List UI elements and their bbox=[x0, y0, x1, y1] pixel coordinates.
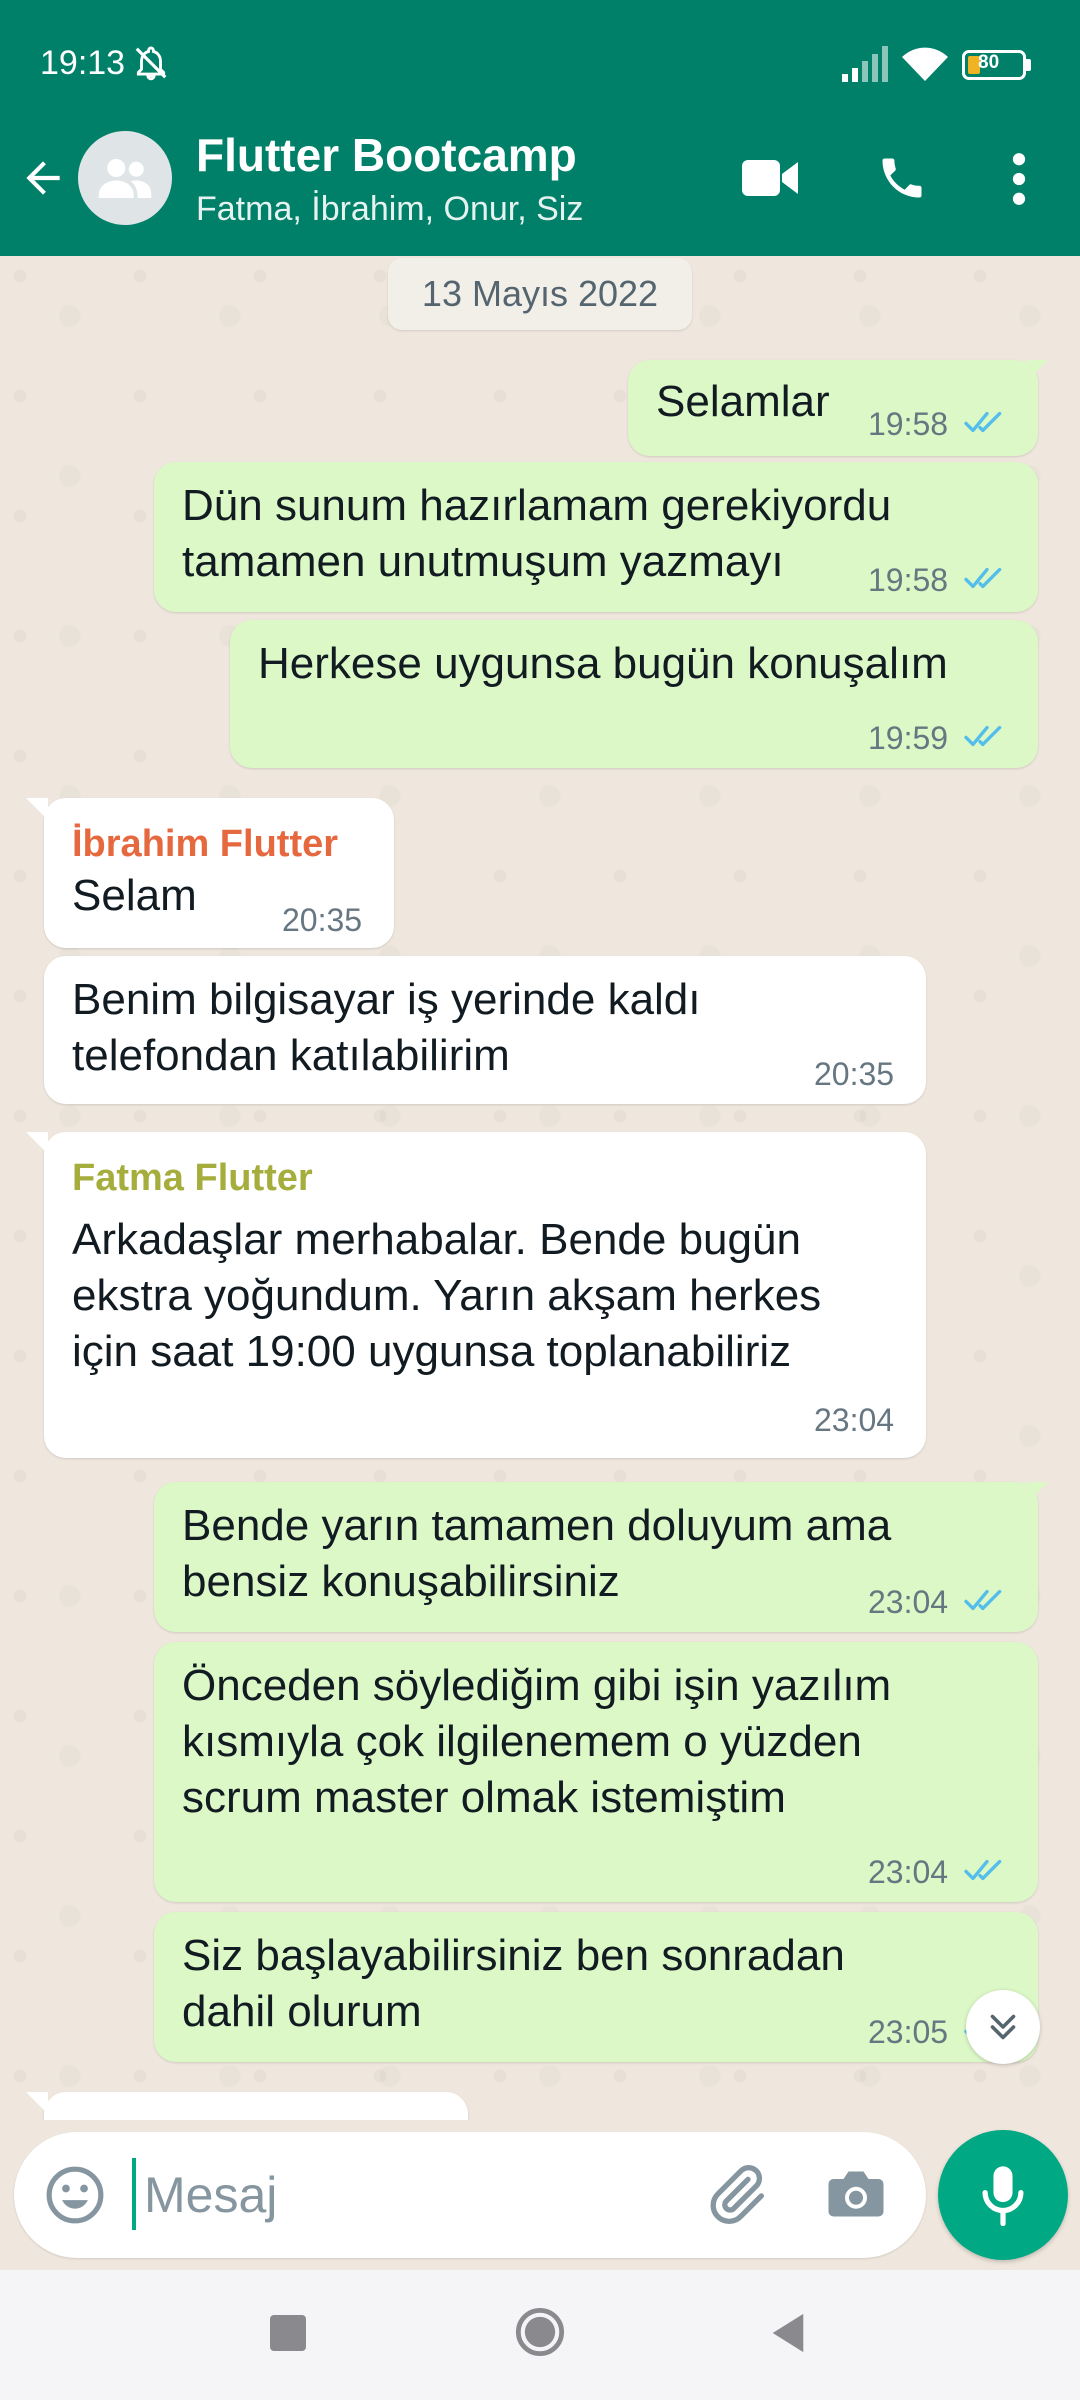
incoming-message[interactable]: Fatma Flutter Arkadaşlar merhabalar. Ben… bbox=[26, 1132, 926, 1458]
outgoing-message[interactable]: Dün sunum hazırlamam gerekiyordu tamamen… bbox=[154, 462, 1038, 612]
message-text: bensiz konuşabilirsiniz bbox=[182, 1557, 620, 1606]
incoming-message-partial[interactable] bbox=[26, 2092, 468, 2120]
mic-icon bbox=[982, 2166, 1024, 2226]
outgoing-message[interactable]: Siz başlayabilirsiniz ben sonradan dahil… bbox=[154, 1912, 1038, 2062]
chat-header: 19:13 80 Flutter Bootcamp Fatma, İbrahim… bbox=[0, 0, 1080, 256]
double-check-icon bbox=[964, 1589, 1002, 1611]
group-avatar-icon bbox=[98, 159, 152, 198]
voice-call-icon[interactable] bbox=[876, 152, 928, 204]
message-text: için saat 19:00 uygunsa toplanabiliriz bbox=[72, 1327, 792, 1376]
message-text: Arkadaşlar merhabalar. Bende bugün bbox=[72, 1215, 801, 1264]
double-check-icon bbox=[964, 725, 1002, 747]
message-text: Herkese uygunsa bugün konuşalım bbox=[258, 639, 948, 688]
outgoing-message[interactable]: Bende yarın tamamen doluyum ama bensiz k… bbox=[154, 1482, 1048, 1632]
message-time: 23:04 bbox=[814, 1402, 895, 1438]
incoming-message[interactable]: İbrahim Flutter Selam 20:35 bbox=[26, 798, 394, 948]
video-call-icon[interactable] bbox=[740, 156, 800, 200]
date-separator: 13 Mayıs 2022 bbox=[388, 258, 692, 330]
message-text: Önceden söylediğim gibi işin yazılım bbox=[182, 1661, 892, 1710]
message-list[interactable]: 13 Mayıs 2022 Selamlar 19:58 Dün sunum h… bbox=[0, 256, 1080, 2120]
message-text: dahil olurum bbox=[182, 1987, 422, 2036]
attach-icon[interactable] bbox=[704, 2162, 768, 2226]
system-nav-bar bbox=[0, 2270, 1080, 2400]
message-time: 23:05 bbox=[868, 2014, 949, 2050]
camera-icon[interactable] bbox=[826, 2166, 886, 2222]
wifi-icon bbox=[902, 47, 948, 81]
chat-title[interactable]: Flutter Bootcamp bbox=[196, 128, 577, 182]
message-text: Bende yarın tamamen doluyum ama bbox=[182, 1501, 892, 1550]
voice-message-button[interactable] bbox=[938, 2130, 1068, 2260]
outgoing-message[interactable]: Önceden söylediğim gibi işin yazılım kıs… bbox=[154, 1642, 1038, 1902]
message-text: Dün sunum hazırlamam gerekiyordu bbox=[182, 481, 892, 530]
double-check-icon bbox=[964, 1859, 1002, 1881]
message-composer bbox=[14, 2132, 926, 2258]
back-arrow-icon[interactable] bbox=[18, 150, 68, 206]
home-button[interactable] bbox=[514, 2306, 566, 2358]
outgoing-message[interactable]: Selamlar 19:58 bbox=[628, 360, 1048, 456]
scroll-to-bottom-button[interactable] bbox=[966, 1990, 1040, 2064]
message-input[interactable] bbox=[144, 2156, 684, 2234]
message-text: ekstra yoğundum. Yarın akşam herkes bbox=[72, 1271, 822, 1320]
message-time: 23:04 bbox=[868, 1584, 949, 1620]
battery-level: 80 bbox=[978, 52, 1000, 73]
bell-off-icon bbox=[135, 46, 167, 81]
signal-icon bbox=[842, 46, 888, 82]
status-time: 19:13 bbox=[40, 44, 126, 82]
message-text: telefondan katılabilirim bbox=[72, 1031, 510, 1080]
message-text: Selam bbox=[72, 871, 197, 920]
message-text: Selamlar bbox=[656, 377, 830, 426]
emoji-icon[interactable] bbox=[44, 2164, 106, 2226]
message-time: 20:35 bbox=[282, 902, 363, 938]
message-time: 19:58 bbox=[868, 562, 949, 598]
message-text: scrum master olmak istemiştim bbox=[182, 1773, 786, 1822]
sender-name: Fatma Flutter bbox=[72, 1157, 313, 1199]
status-bar: 19:13 80 bbox=[0, 0, 1080, 128]
recent-apps-button[interactable] bbox=[270, 2315, 306, 2351]
nav-back-button[interactable] bbox=[768, 2312, 808, 2354]
group-avatar[interactable] bbox=[78, 131, 172, 225]
text-cursor bbox=[132, 2158, 136, 2230]
double-check-icon bbox=[964, 411, 1002, 433]
chevron-double-down-icon bbox=[990, 2014, 1016, 2040]
more-options-icon[interactable] bbox=[1004, 152, 1034, 206]
incoming-message[interactable]: Benim bilgisayar iş yerinde kaldı telefo… bbox=[44, 956, 926, 1104]
message-time: 19:58 bbox=[868, 406, 949, 442]
message-text: tamamen unutmuşum yazmayı bbox=[182, 537, 784, 586]
outgoing-message[interactable]: Herkese uygunsa bugün konuşalım 19:59 bbox=[230, 620, 1038, 768]
message-time: 20:35 bbox=[814, 1056, 895, 1092]
message-time: 19:59 bbox=[868, 720, 949, 756]
message-text: Benim bilgisayar iş yerinde kaldı bbox=[72, 975, 701, 1024]
message-text: Siz başlayabilirsiniz ben sonradan bbox=[182, 1931, 845, 1980]
message-time: 23:04 bbox=[868, 1854, 949, 1890]
chat-participants[interactable]: Fatma, İbrahim, Onur, Siz bbox=[196, 190, 583, 229]
double-check-icon bbox=[964, 567, 1002, 589]
sender-name: İbrahim Flutter bbox=[72, 823, 339, 865]
battery-icon: 80 bbox=[962, 50, 1032, 80]
message-text: kısmıyla çok ilgilenemem o yüzden bbox=[182, 1717, 862, 1766]
